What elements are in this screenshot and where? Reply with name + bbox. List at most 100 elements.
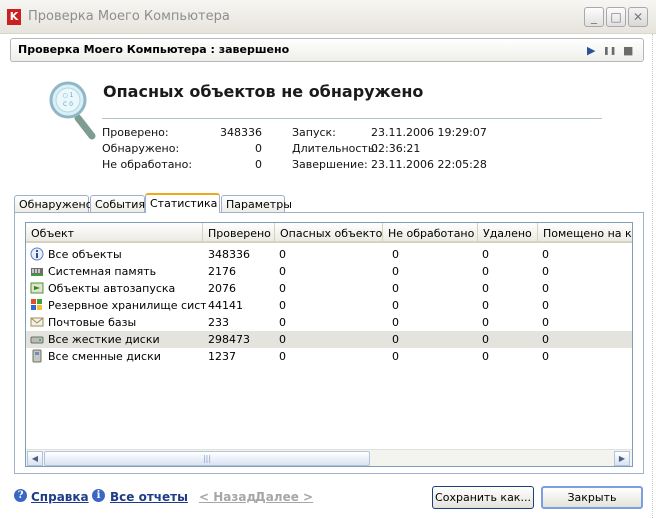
row-dangerous: 0: [279, 350, 286, 363]
play-icon[interactable]: ▶: [587, 44, 595, 57]
row-scanned: 298473: [208, 333, 250, 346]
row-unprocessed: 0: [392, 350, 399, 363]
detected-value: 0: [255, 142, 262, 155]
row-dangerous: 0: [279, 316, 286, 329]
row-deleted: 0: [482, 248, 489, 261]
back-link[interactable]: < Назад: [199, 490, 256, 504]
row-scanned: 348336: [208, 248, 250, 261]
row-object-name: Все жесткие диски: [48, 333, 160, 346]
headline-divider: [102, 118, 602, 119]
magnifier-icon: ○ 1 C 0: [49, 81, 96, 140]
table-row[interactable]: Все объекты 348336 0 0 0 0: [26, 246, 632, 263]
column-header-quarantined[interactable]: Помещено на кар: [538, 223, 632, 243]
column-header-dangerous[interactable]: Опасных объектов: [275, 223, 383, 243]
finish-label: Завершение:: [292, 158, 368, 171]
startup-icon: [30, 282, 44, 294]
statistics-panel: Объект Проверено Опасных объектов Не обр…: [14, 212, 644, 474]
info-icon: [30, 247, 44, 261]
row-dangerous: 0: [279, 299, 286, 312]
row-deleted: 0: [482, 333, 489, 346]
row-object-name: Все сменные диски: [48, 350, 161, 363]
statistics-table[interactable]: Объект Проверено Опасных объектов Не обр…: [25, 222, 633, 467]
scroll-left-arrow-icon[interactable]: ◀: [27, 451, 43, 466]
row-unprocessed: 0: [392, 265, 399, 278]
svg-text:C 0: C 0: [63, 101, 73, 108]
window-edge: [652, 34, 653, 518]
row-quarantined: 0: [542, 299, 549, 312]
duration-value: 02:36:21: [371, 142, 421, 155]
table-row[interactable]: Резервное хранилище систе...44141 0 0 0 0: [26, 297, 632, 314]
column-header-unprocessed[interactable]: Не обработано: [383, 223, 478, 243]
row-quarantined: 0: [542, 248, 549, 261]
scan-status-text: Проверка Моего Компьютера : завершено: [18, 43, 290, 56]
row-unprocessed: 0: [392, 248, 399, 261]
scan-result-headline: Опасных объектов не обнаружено: [103, 82, 424, 101]
next-link[interactable]: Далее >: [255, 490, 313, 504]
row-scanned: 44141: [208, 299, 243, 312]
row-scanned: 1237: [208, 350, 236, 363]
tab-detected[interactable]: Обнаружено: [14, 195, 92, 213]
table-row[interactable]: Объекты автозапуска 2076 0 0 0 0: [26, 280, 632, 297]
row-quarantined: 0: [542, 316, 549, 329]
report-tabs: Обнаружено События Статистика Параметры: [14, 193, 634, 213]
minimize-button[interactable]: _: [584, 7, 604, 27]
table-row[interactable]: Системная память 2176 0 0 0 0: [26, 263, 632, 280]
svg-text:○ 1: ○ 1: [63, 92, 74, 99]
row-deleted: 0: [482, 265, 489, 278]
row-quarantined: 0: [542, 333, 549, 346]
detected-label: Обнаружено:: [102, 142, 180, 155]
title-bar[interactable]: K Проверка Моего Компьютера _ □ ✕: [0, 0, 656, 34]
tab-events[interactable]: События: [90, 195, 145, 213]
finish-value: 23.11.2006 22:05:28: [371, 158, 487, 171]
row-dangerous: 0: [279, 282, 286, 295]
windows-icon: [31, 299, 42, 310]
row-quarantined: 0: [542, 265, 549, 278]
unprocessed-value: 0: [255, 158, 262, 171]
save-as-button[interactable]: Сохранить как...: [432, 486, 534, 509]
row-object-name: Все объекты: [48, 248, 122, 261]
scanned-value: 348336: [220, 126, 262, 139]
scroll-right-arrow-icon[interactable]: ▶: [614, 451, 630, 466]
stop-icon[interactable]: ■: [623, 44, 633, 57]
window-title: Проверка Моего Компьютера: [28, 9, 230, 24]
row-unprocessed: 0: [392, 316, 399, 329]
pause-icon[interactable]: ❚❚: [603, 46, 616, 55]
all-reports-link[interactable]: Все отчеты: [110, 490, 188, 504]
scroll-thumb[interactable]: |||: [44, 451, 370, 466]
tab-statistics[interactable]: Статистика: [145, 193, 220, 213]
row-dangerous: 0: [279, 248, 286, 261]
help-icon: ?: [14, 489, 27, 502]
table-row[interactable]: Все сменные диски 1237 0 0 0 0: [26, 348, 632, 365]
row-quarantined: 0: [542, 350, 549, 363]
mail-icon: [30, 317, 44, 327]
maximize-button[interactable]: □: [606, 7, 626, 27]
table-header: Объект Проверено Опасных объектов Не обр…: [26, 223, 632, 243]
removable-disk-icon: [32, 349, 42, 363]
row-unprocessed: 0: [392, 299, 399, 312]
column-header-deleted[interactable]: Удалено: [478, 223, 538, 243]
row-deleted: 0: [482, 282, 489, 295]
row-scanned: 233: [208, 316, 229, 329]
horizontal-scrollbar[interactable]: ◀ ||| ▶: [26, 449, 632, 466]
row-dangerous: 0: [279, 265, 286, 278]
close-window-button[interactable]: ✕: [628, 7, 648, 27]
duration-label: Длительность:: [292, 142, 379, 155]
start-label: Запуск:: [292, 126, 336, 139]
column-header-object[interactable]: Объект: [26, 223, 203, 243]
scanned-label: Проверено:: [102, 126, 169, 139]
unprocessed-label: Не обработано:: [102, 158, 193, 171]
help-link[interactable]: Справка: [31, 490, 89, 504]
row-object-name: Резервное хранилище систе...: [48, 299, 206, 312]
row-scanned: 2076: [208, 282, 236, 295]
close-button[interactable]: Закрыть: [541, 486, 643, 509]
column-header-scanned[interactable]: Проверено: [203, 223, 275, 243]
scan-report-window: K Проверка Моего Компьютера _ □ ✕ Провер…: [0, 0, 656, 518]
table-row[interactable]: Все жесткие диски 298473 0 0 0 0: [26, 331, 632, 348]
table-row[interactable]: Почтовые базы 233 0 0 0 0: [26, 314, 632, 331]
info-icon: i: [92, 489, 105, 502]
row-deleted: 0: [482, 299, 489, 312]
row-dangerous: 0: [279, 333, 286, 346]
tab-parameters[interactable]: Параметры: [221, 195, 292, 213]
row-object-name: Системная память: [48, 265, 157, 278]
scan-status-bar: Проверка Моего Компьютера : завершено ▶ …: [10, 38, 644, 62]
